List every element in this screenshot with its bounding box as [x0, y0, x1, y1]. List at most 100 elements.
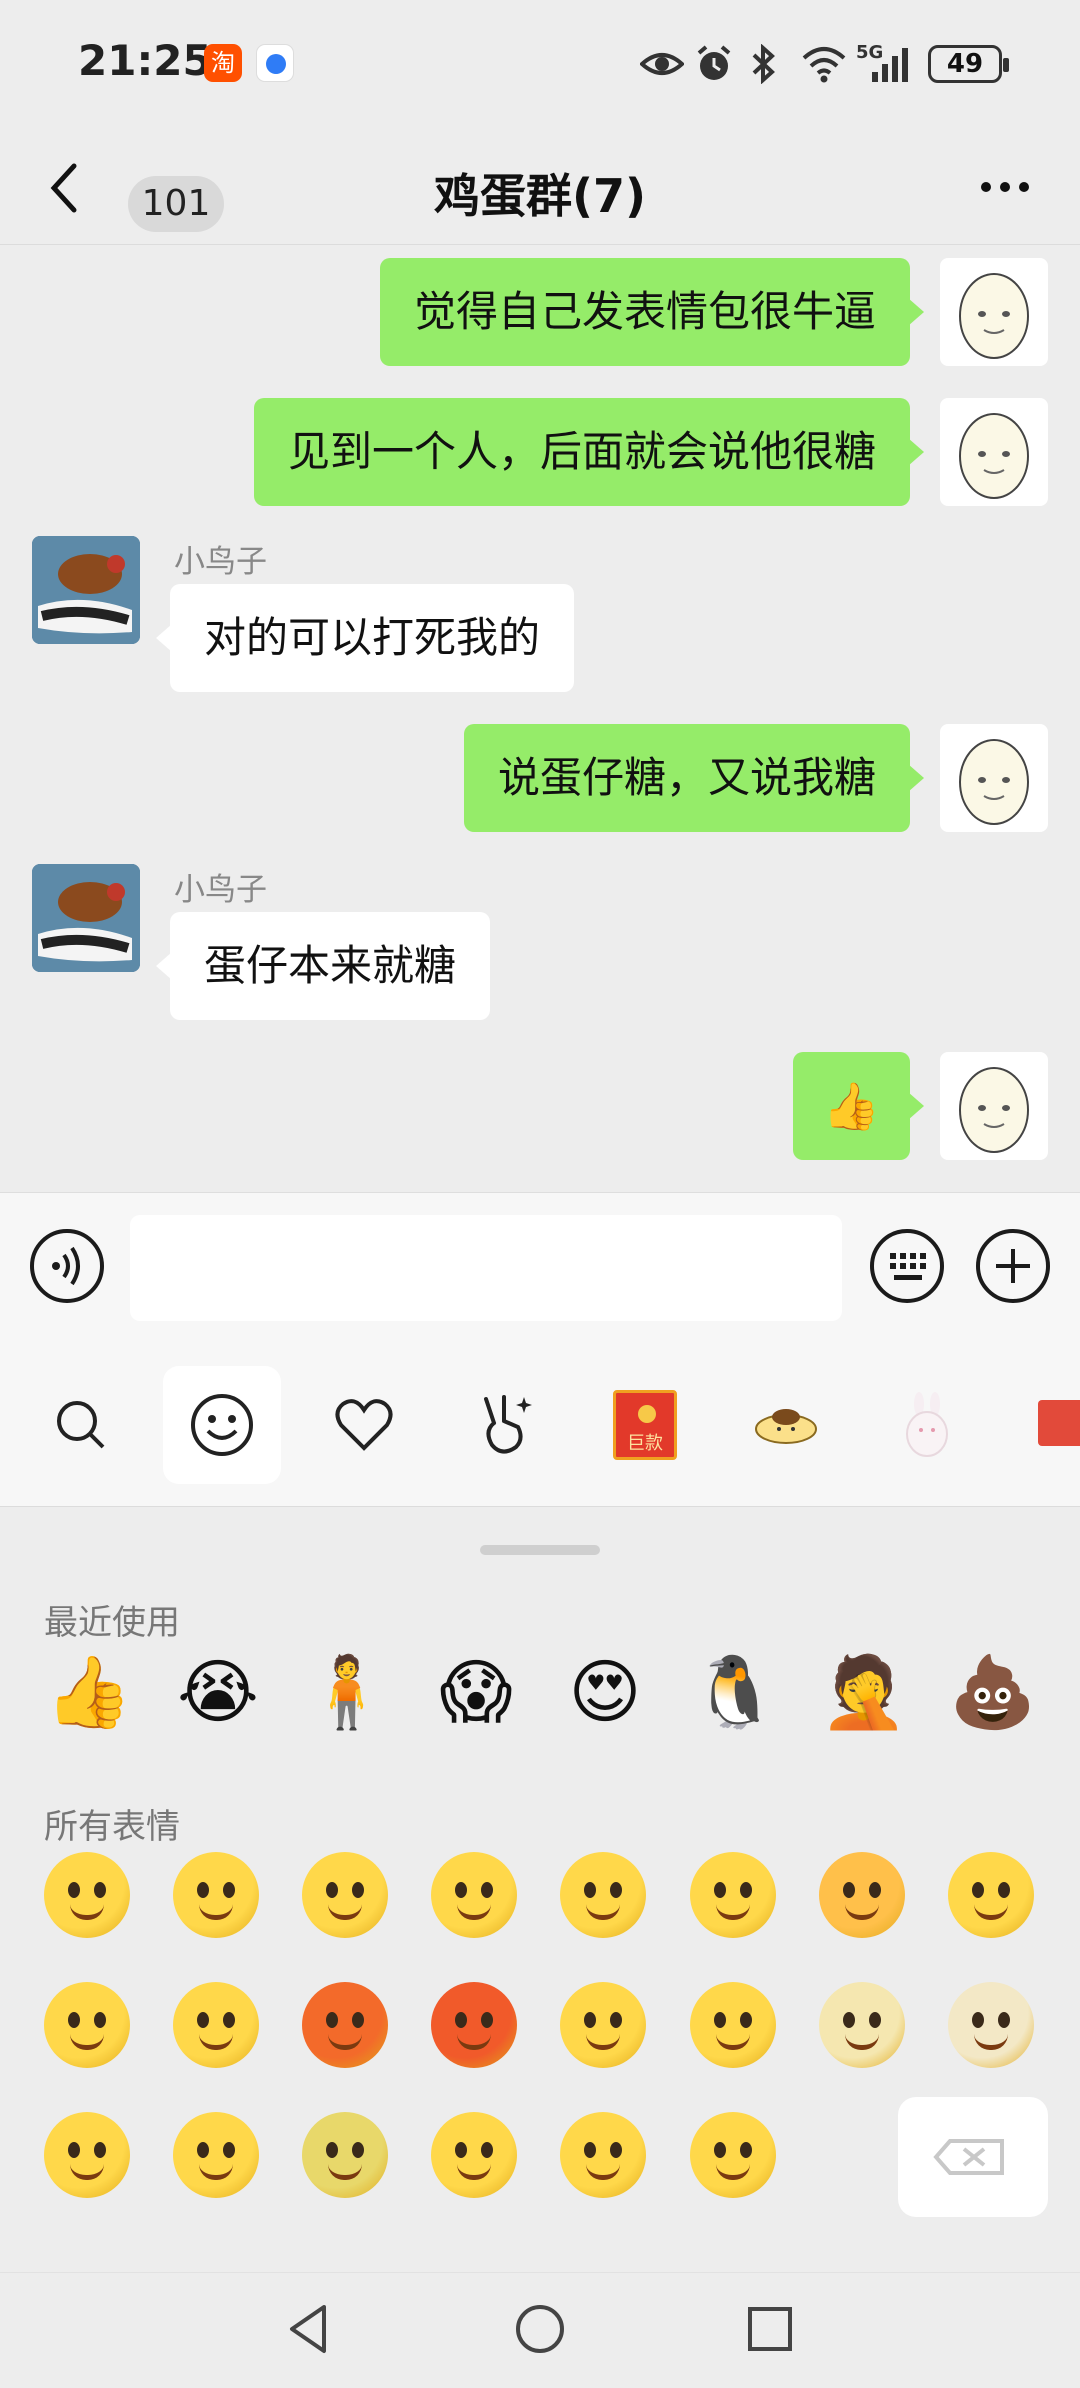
tab-custom-stickers[interactable]	[446, 1366, 564, 1484]
pudding-dog-icon	[755, 1409, 817, 1444]
emoji-eye	[326, 1882, 338, 1898]
emoji-eye	[584, 2142, 596, 2158]
emoji-eye	[610, 2012, 622, 2028]
tab-rabbit-sticker[interactable]	[868, 1366, 986, 1484]
emoji-item[interactable]	[302, 2112, 388, 2198]
battery-indicator: 49	[928, 45, 1009, 83]
chat-header: 101 鸡蛋群(7)	[0, 130, 1080, 245]
tab-pudding-dog-sticker[interactable]	[727, 1366, 845, 1484]
emoji-mouth	[716, 2164, 750, 2180]
avatar-xiaoniaozi[interactable]	[32, 864, 140, 972]
emoji-eye	[843, 1882, 855, 1898]
emoji-item[interactable]	[44, 1982, 130, 2068]
message-bubble-outgoing[interactable]: 觉得自己发表情包很牛逼	[379, 258, 925, 366]
tab-more-sticker-partial[interactable]	[1038, 1400, 1080, 1446]
system-nav-bar	[0, 2272, 1080, 2388]
emoji-mouth	[974, 1904, 1008, 1920]
emoji-mouth	[586, 2164, 620, 2180]
recent-emoji-item[interactable]: 😍	[560, 1647, 650, 1737]
emoji-item[interactable]	[690, 1852, 776, 1938]
emoji-item[interactable]	[302, 1852, 388, 1938]
tab-favorites[interactable]	[305, 1366, 423, 1484]
delete-button[interactable]	[898, 2097, 1048, 2217]
message-row: 👍	[0, 1052, 1080, 1160]
emoji-eye	[843, 2012, 855, 2028]
tab-red-packet-sticker[interactable]: 巨款	[586, 1366, 704, 1484]
emoji-item[interactable]	[431, 2112, 517, 2198]
message-bubble-outgoing[interactable]: 说蛋仔糖，又说我糖	[463, 724, 925, 832]
emoji-item[interactable]	[560, 1982, 646, 2068]
status-bar: 21:25 淘 5G 49	[0, 0, 1080, 130]
red-packet-icon: 巨款	[613, 1390, 677, 1460]
emoji-mouth	[328, 2034, 362, 2050]
emoji-item[interactable]	[819, 1852, 905, 1938]
drag-handle[interactable]	[480, 1545, 600, 1555]
rabbit-icon	[906, 1392, 948, 1457]
avatar-self[interactable]	[940, 1052, 1048, 1160]
message-bubble-incoming[interactable]: 蛋仔本来就糖	[155, 912, 491, 1020]
emoji-eye	[197, 2012, 209, 2028]
emoji-item[interactable]	[690, 2112, 776, 2198]
emoji-item[interactable]	[173, 2112, 259, 2198]
message-input[interactable]	[130, 1215, 842, 1321]
emoji-item[interactable]	[173, 1982, 259, 2068]
message-list[interactable]: 觉得自己发表情包很牛逼 见到一个人，后面就会说他很糖 小鸟子 对的可以打死我的 …	[0, 246, 1080, 1191]
tab-emoji[interactable]	[163, 1366, 281, 1484]
alarm-icon	[694, 44, 734, 84]
emoji-eye	[584, 2012, 596, 2028]
emoji-item[interactable]	[44, 2112, 130, 2198]
emoji-item[interactable]	[560, 2112, 646, 2198]
recent-emoji-item[interactable]: 👍	[44, 1647, 134, 1737]
emoji-mouth	[199, 2034, 233, 2050]
more-options-button[interactable]	[970, 160, 1040, 210]
emoji-item[interactable]	[819, 1982, 905, 2068]
browser-app-icon	[256, 44, 294, 82]
message-bubble-outgoing[interactable]: 👍	[792, 1052, 925, 1160]
emoji-item[interactable]	[690, 1982, 776, 2068]
emoji-item[interactable]	[948, 1982, 1034, 2068]
plus-button[interactable]	[976, 1229, 1050, 1303]
emoji-mouth	[974, 2034, 1008, 2050]
avatar-self[interactable]	[940, 724, 1048, 832]
emoji-mouth	[716, 1904, 750, 1920]
recent-emoji-item[interactable]: 🐧	[690, 1647, 780, 1737]
emoji-eye	[481, 2142, 493, 2158]
recent-emoji-item[interactable]: 💩	[948, 1647, 1038, 1737]
emoji-eye	[869, 2012, 881, 2028]
emoji-item[interactable]	[302, 1982, 388, 2068]
emoji-item[interactable]	[173, 1852, 259, 1938]
keyboard-button[interactable]	[870, 1229, 944, 1303]
emoji-mouth	[199, 2164, 233, 2180]
emoji-item[interactable]	[431, 1982, 517, 2068]
emoji-item[interactable]	[431, 1852, 517, 1938]
recent-emoji-item[interactable]: 😭	[173, 1647, 263, 1737]
message-row: 小鸟子 蛋仔本来就糖	[0, 864, 1080, 1034]
nav-back-icon[interactable]	[280, 2299, 340, 2359]
victory-hand-icon	[484, 1395, 532, 1454]
avatar-self[interactable]	[940, 258, 1048, 366]
recent-emoji-item[interactable]: 🧍	[302, 1647, 392, 1737]
emoji-eye	[68, 2142, 80, 2158]
emoji-eye	[455, 2012, 467, 2028]
emoji-mouth	[586, 1904, 620, 1920]
nav-recents-icon[interactable]	[740, 2299, 800, 2359]
emoji-item[interactable]	[44, 1852, 130, 1938]
message-bubble-outgoing[interactable]: 见到一个人，后面就会说他很糖	[253, 398, 925, 506]
emoji-eye	[610, 1882, 622, 1898]
recent-emoji-item[interactable]: 😱	[431, 1647, 521, 1737]
emoji-item[interactable]	[948, 1852, 1034, 1938]
message-bubble-incoming[interactable]: 对的可以打死我的	[155, 584, 575, 692]
emoji-item[interactable]	[560, 1852, 646, 1938]
avatar-self[interactable]	[940, 398, 1048, 506]
emoji-eye	[714, 2012, 726, 2028]
voice-button[interactable]	[30, 1229, 104, 1303]
recent-emoji-item[interactable]: 🤦	[819, 1647, 909, 1737]
emoji-mouth	[845, 1904, 879, 1920]
taobao-app-icon: 淘	[204, 44, 242, 82]
avatar-xiaoniaozi[interactable]	[32, 536, 140, 644]
smiley-icon	[191, 1394, 253, 1456]
nav-home-icon[interactable]	[510, 2299, 570, 2359]
tab-search[interactable]	[22, 1366, 140, 1484]
bluetooth-icon	[748, 43, 788, 85]
emoji-eye	[998, 2012, 1010, 2028]
